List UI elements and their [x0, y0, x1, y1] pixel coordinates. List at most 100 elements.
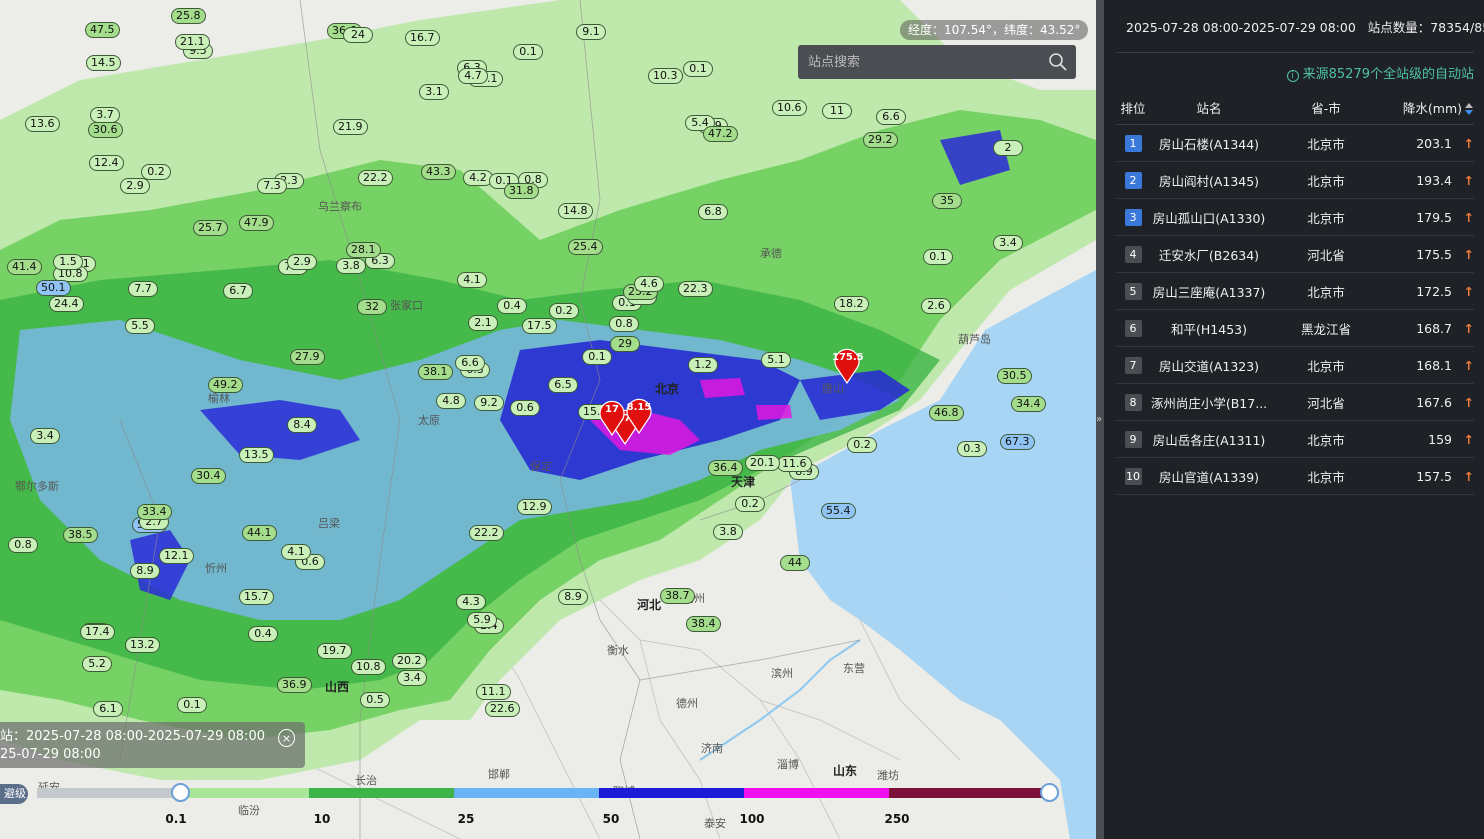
station-value-bubble[interactable]: 1.5 — [53, 254, 83, 270]
station-value-bubble[interactable]: 21.9 — [333, 119, 368, 135]
search-icon[interactable] — [1048, 52, 1068, 72]
station-name-cell[interactable]: 房山岳各庄(A1311) — [1150, 430, 1268, 449]
station-value-bubble[interactable]: 4.8 — [436, 393, 466, 409]
station-name-cell[interactable]: 房山石楼(A1344) — [1150, 134, 1268, 153]
table-row[interactable]: 4 迁安水厂(B2634) 河北省 175.5 ↑ — [1116, 236, 1474, 273]
station-value-bubble[interactable]: 25.7 — [193, 220, 228, 236]
station-value-bubble[interactable]: 22.3 — [678, 281, 713, 297]
table-row[interactable]: 2 房山阎村(A1345) 北京市 193.4 ↑ — [1116, 162, 1474, 199]
station-name-cell[interactable]: 房山孤山口(A1330) — [1150, 208, 1268, 227]
station-value-bubble[interactable]: 0.8 — [609, 316, 639, 332]
station-value-bubble[interactable]: 0.2 — [549, 303, 579, 319]
station-value-bubble[interactable]: 10.6 — [772, 100, 807, 116]
station-value-bubble[interactable]: 47.5 — [85, 22, 120, 38]
station-value-bubble[interactable]: 19.7 — [317, 643, 352, 659]
station-value-bubble[interactable]: 14.5 — [86, 55, 121, 71]
station-name-cell[interactable]: 和平(H1453) — [1150, 319, 1268, 338]
station-value-bubble[interactable]: 12.9 — [517, 499, 552, 515]
sort-icon[interactable] — [1464, 102, 1474, 116]
station-value-bubble[interactable]: 12.4 — [89, 155, 124, 171]
station-value-bubble[interactable]: 6.5 — [548, 377, 578, 393]
table-row[interactable]: 8 涿州尚庄小学(B17... 河北省 167.6 ↑ — [1116, 384, 1474, 421]
close-icon[interactable]: × — [278, 729, 295, 747]
legend-slider-max-handle[interactable] — [1040, 783, 1059, 802]
station-value-bubble[interactable]: 41.4 — [7, 259, 42, 275]
station-value-bubble[interactable]: 16.7 — [405, 30, 440, 46]
rainfall-max-pin[interactable]: 17 — [597, 398, 627, 436]
rainfall-max-pin[interactable]: 175.5 — [832, 346, 864, 384]
legend-slider-min-handle[interactable] — [171, 783, 190, 802]
station-value-bubble[interactable]: 7.7 — [128, 281, 158, 297]
station-value-bubble[interactable]: 22.2 — [469, 525, 504, 541]
station-value-bubble[interactable]: 38.5 — [63, 527, 98, 543]
station-name-cell[interactable]: 房山交道(A1323) — [1150, 356, 1268, 375]
station-value-bubble[interactable]: 4.1 — [457, 272, 487, 288]
station-search-input[interactable] — [798, 45, 1038, 79]
station-value-bubble[interactable]: 4.6 — [634, 276, 664, 292]
table-row[interactable]: 1 房山石楼(A1344) 北京市 203.1 ↑ — [1116, 125, 1474, 162]
station-value-bubble[interactable]: 14.8 — [558, 203, 593, 219]
station-value-bubble[interactable]: 6.8 — [698, 204, 728, 220]
station-value-bubble[interactable]: 47.9 — [239, 215, 274, 231]
station-value-bubble[interactable]: 18.2 — [834, 296, 869, 312]
station-value-bubble[interactable]: 25.4 — [568, 239, 603, 255]
table-row[interactable]: 3 房山孤山口(A1330) 北京市 179.5 ↑ — [1116, 199, 1474, 236]
legend-color-segment[interactable] — [454, 788, 599, 798]
table-row[interactable]: 5 房山三座庵(A1337) 北京市 172.5 ↑ — [1116, 273, 1474, 310]
station-value-bubble[interactable]: 2 — [993, 140, 1023, 156]
station-value-bubble[interactable]: 13.6 — [25, 116, 60, 132]
station-value-bubble[interactable]: 3.7 — [90, 107, 120, 123]
panel-collapse-handle[interactable]: » — [1096, 0, 1104, 839]
station-value-bubble[interactable]: 46.8 — [929, 405, 964, 421]
station-value-bubble[interactable]: 0.4 — [497, 298, 527, 314]
station-name-cell[interactable]: 房山三座庵(A1337) — [1150, 282, 1268, 301]
station-value-bubble[interactable]: 0.2 — [847, 437, 877, 453]
station-value-bubble[interactable]: 10.8 — [351, 659, 386, 675]
station-value-bubble[interactable]: 0.3 — [957, 441, 987, 457]
station-value-bubble[interactable]: 22.2 — [358, 170, 393, 186]
station-value-bubble[interactable]: 36.4 — [708, 460, 743, 476]
station-value-bubble[interactable]: 32 — [357, 299, 387, 315]
station-value-bubble[interactable]: 3.4 — [993, 235, 1023, 251]
station-value-bubble[interactable]: 34.4 — [1011, 396, 1046, 412]
station-value-bubble[interactable]: 2.6 — [921, 298, 951, 314]
station-value-bubble[interactable]: 0.1 — [582, 349, 612, 365]
station-value-bubble[interactable]: 1.2 — [688, 357, 718, 373]
station-value-bubble[interactable]: 27.9 — [290, 349, 325, 365]
station-value-bubble[interactable]: 5.5 — [125, 318, 155, 334]
station-value-bubble[interactable]: 11.6 — [777, 456, 812, 472]
table-row[interactable]: 10 房山官道(A1339) 北京市 157.5 ↑ — [1116, 458, 1474, 495]
station-value-bubble[interactable]: 6.7 — [223, 283, 253, 299]
legend-color-segment[interactable] — [744, 788, 889, 798]
station-value-bubble[interactable]: 15.7 — [239, 589, 274, 605]
station-value-bubble[interactable]: 25.8 — [171, 8, 206, 24]
station-value-bubble[interactable]: 8.9 — [130, 563, 160, 579]
station-name-cell[interactable]: 迁安水厂(B2634) — [1150, 245, 1268, 264]
legend-color-segment[interactable] — [309, 788, 454, 798]
station-value-bubble[interactable]: 0.1 — [177, 697, 207, 713]
station-value-bubble[interactable]: 24.4 — [49, 296, 84, 312]
table-row[interactable]: 9 房山岳各庄(A1311) 北京市 159 ↑ — [1116, 421, 1474, 458]
station-value-bubble[interactable]: 6.1 — [93, 701, 123, 717]
collapse-arrow-icon[interactable]: » — [1096, 414, 1102, 425]
station-value-bubble[interactable]: 13.2 — [125, 637, 160, 653]
station-search-box[interactable] — [798, 45, 1076, 79]
station-value-bubble[interactable]: 0.6 — [510, 400, 540, 416]
station-value-bubble[interactable]: 30.5 — [997, 368, 1032, 384]
station-value-bubble[interactable]: 29 — [610, 336, 640, 352]
station-value-bubble[interactable]: 49.2 — [208, 377, 243, 393]
station-value-bubble[interactable]: 28.1 — [346, 242, 381, 258]
station-name-cell[interactable]: 房山阎村(A1345) — [1150, 171, 1268, 190]
header-value-sort[interactable]: 降水(mm) — [1384, 98, 1474, 117]
rainfall-map[interactable]: 乌兰察布北京天津河北山西山东沧州衡水德州滨州东营济南淄博潍坊泰安邯郸长治临汾聊城… — [0, 0, 1096, 839]
station-value-bubble[interactable]: 8.9 — [558, 589, 588, 605]
station-value-bubble[interactable]: 4.1 — [281, 544, 311, 560]
level-label[interactable]: 避级 — [0, 784, 28, 804]
station-value-bubble[interactable]: 44.1 — [242, 525, 277, 541]
station-value-bubble[interactable]: 44 — [780, 555, 810, 571]
station-value-bubble[interactable]: 0.1 — [923, 249, 953, 265]
station-value-bubble[interactable]: 20.1 — [745, 455, 780, 471]
station-value-bubble[interactable]: 17.5 — [522, 318, 557, 334]
legend-color-segment[interactable] — [172, 788, 309, 798]
station-value-bubble[interactable]: 5.2 — [82, 656, 112, 672]
